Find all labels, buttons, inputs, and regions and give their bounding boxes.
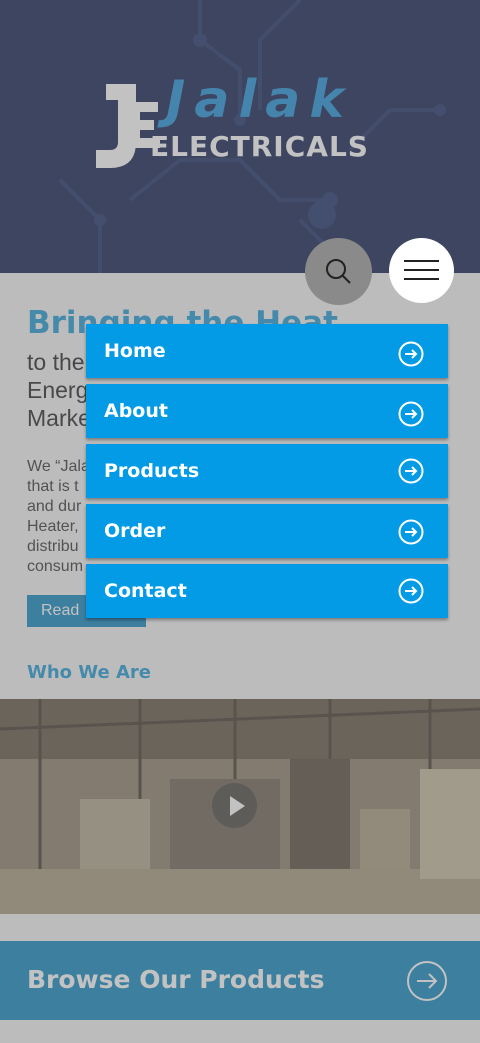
menu-item-label: Contact bbox=[104, 580, 187, 602]
menu-item-label: Order bbox=[104, 520, 166, 542]
arrow-circle-right-icon bbox=[398, 578, 424, 604]
menu-toggle-button[interactable] bbox=[389, 238, 454, 303]
arrow-circle-right-icon bbox=[398, 458, 424, 484]
menu-item-label: Home bbox=[104, 340, 166, 362]
menu-item-label: About bbox=[104, 400, 168, 422]
search-button[interactable] bbox=[305, 238, 372, 305]
arrow-circle-right-icon bbox=[398, 519, 424, 545]
menu-item-order[interactable]: Order bbox=[86, 504, 448, 558]
menu-item-contact[interactable]: Contact bbox=[86, 564, 448, 618]
arrow-circle-right-icon bbox=[398, 401, 424, 427]
search-icon bbox=[326, 259, 351, 284]
arrow-circle-right-icon bbox=[398, 341, 424, 367]
menu-item-products[interactable]: Products bbox=[86, 444, 448, 498]
menu-item-about[interactable]: About bbox=[86, 384, 448, 438]
menu-item-home[interactable]: Home bbox=[86, 324, 448, 378]
menu-item-label: Products bbox=[104, 460, 200, 482]
